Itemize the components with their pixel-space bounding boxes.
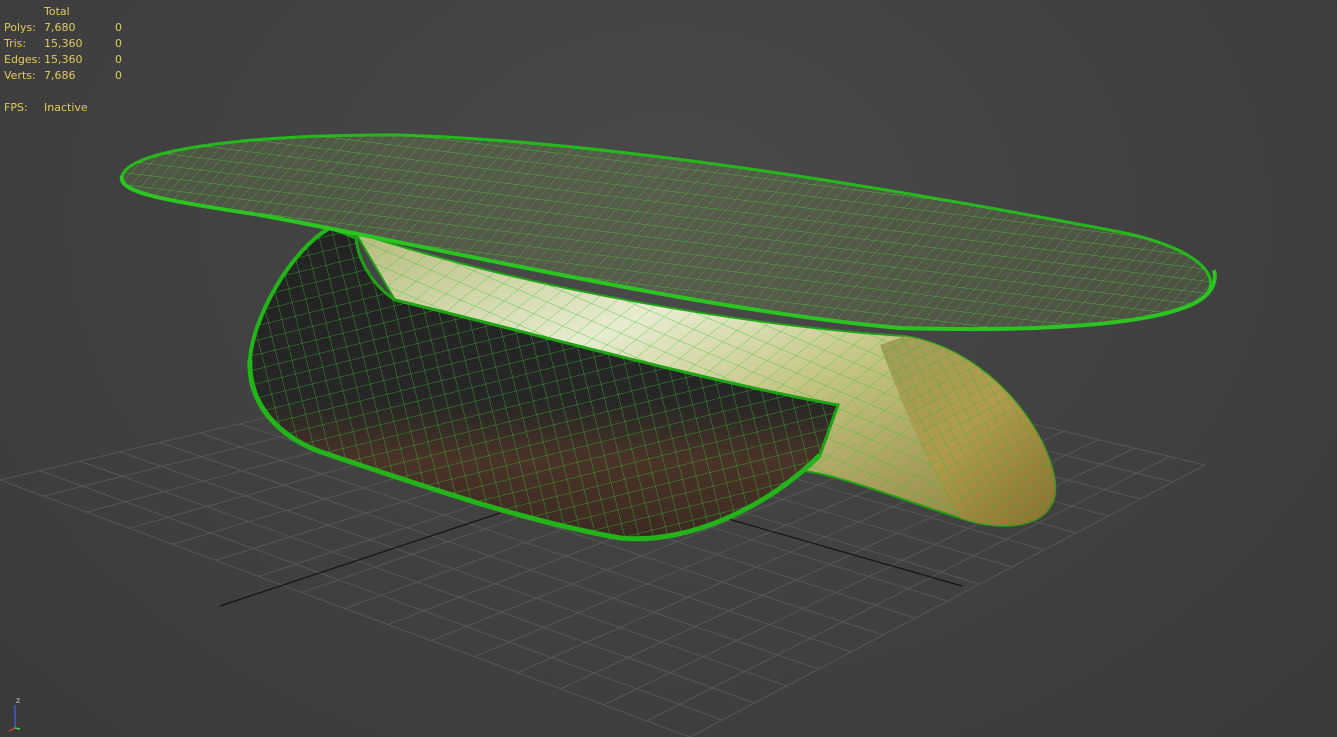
fps-value: Inactive xyxy=(44,101,88,114)
stats-row-edges: Edges: 15,360 0 xyxy=(4,52,135,68)
stats-row-verts: Verts: 7,686 0 xyxy=(4,68,135,84)
axis-tripod-gizmo: z xyxy=(8,696,21,732)
stats-row-fps: FPS: Inactive xyxy=(4,100,135,116)
stats-header: Total xyxy=(44,5,70,18)
stats-label: Polys: xyxy=(4,21,36,34)
stats-selected: 0 xyxy=(115,69,122,82)
perspective-viewport[interactable] xyxy=(0,0,1337,737)
stats-total: 15,360 xyxy=(44,53,83,66)
z-axis-label: z xyxy=(16,696,20,705)
coffee-table-mesh[interactable] xyxy=(119,133,1217,542)
stats-label: Edges: xyxy=(4,53,42,66)
stats-selected: 0 xyxy=(115,53,122,66)
viewport-statistics: Total Polys: 7,680 0 Tris: 15,360 0 Edge… xyxy=(4,4,135,116)
stats-total: 7,680 xyxy=(44,21,76,34)
x-axis-line xyxy=(8,727,16,732)
stats-selected: 0 xyxy=(115,21,122,34)
y-axis-line xyxy=(14,727,21,730)
stats-label: Tris: xyxy=(4,37,27,50)
stats-label: Verts: xyxy=(4,69,36,82)
stats-total: 15,360 xyxy=(44,37,83,50)
stats-total: 7,686 xyxy=(44,69,76,82)
stats-row-polys: Polys: 7,680 0 xyxy=(4,20,135,36)
fps-label: FPS: xyxy=(4,101,28,114)
stats-selected: 0 xyxy=(115,37,122,50)
stats-row-tris: Tris: 15,360 0 xyxy=(4,36,135,52)
